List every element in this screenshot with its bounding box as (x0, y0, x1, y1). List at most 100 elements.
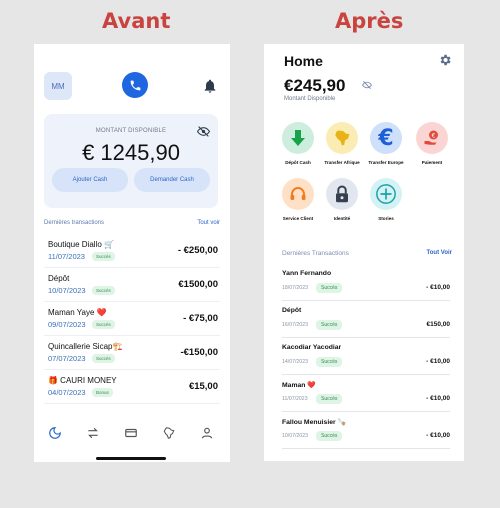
transactions-title: Dernières transactions (44, 220, 105, 226)
eye-slash-icon[interactable] (197, 126, 210, 137)
after-screen: Home €245,90 Montant Disponible Dépôt Ca… (264, 44, 464, 461)
transaction-name: Maman Yaye ❤️ (48, 308, 107, 317)
transaction-name: 🎁 CAURI MONEY (48, 376, 117, 385)
transaction-row[interactable]: Boutique Diallo 🛒 11/07/2023 Succès - €2… (44, 234, 220, 268)
status-badge: Succès (316, 283, 343, 293)
page-title: Home (284, 53, 323, 69)
transaction-name: Boutique Diallo 🛒 (48, 240, 114, 249)
transaction-date: 16/07/2023 (282, 322, 308, 328)
transaction-amount: €15,00 (188, 381, 218, 392)
service-deposit-cash[interactable]: Dépôt Cash (276, 122, 320, 165)
transactions-header: Dernières transactions Tout voir (44, 220, 220, 226)
transaction-amount: - €250,00 (177, 245, 218, 256)
home-icon[interactable] (48, 426, 62, 440)
see-all-link[interactable]: Tout voir (197, 220, 220, 226)
avatar[interactable]: MM (44, 72, 72, 100)
service-label: Service Client (282, 216, 314, 221)
transaction-row[interactable]: Dépôt 16/07/2023 Succès €150,00 (282, 301, 450, 338)
after-heading: Après (335, 9, 404, 33)
service-customer-support[interactable]: Service Client (276, 178, 320, 221)
transaction-name: Fallou Menuisier 🪚 (282, 419, 346, 426)
transaction-name: Kacodiar Yacodiar (282, 344, 342, 351)
service-identity[interactable]: Identité (320, 178, 364, 221)
transfer-icon[interactable] (86, 426, 100, 440)
balance-subtitle: Montant Disponible (284, 96, 336, 102)
add-cash-button[interactable]: Ajouter Cash (52, 168, 128, 192)
gear-icon[interactable] (438, 53, 452, 67)
status-badge: Succès (316, 431, 343, 441)
status-badge: Succès (92, 286, 115, 295)
bell-icon[interactable] (202, 77, 218, 95)
transaction-amount: - €10,00 (426, 284, 450, 291)
status-badge: Succès (92, 252, 115, 261)
africa-icon (326, 122, 358, 154)
service-label: Stories (378, 216, 394, 221)
status-badge: Succès (316, 357, 343, 367)
deposit-icon (282, 122, 314, 154)
transaction-name: Quincallerie Sicap🏗️ (48, 342, 123, 351)
service-label: Dépôt Cash (285, 160, 311, 165)
transaction-row[interactable]: Maman Yaye ❤️ 09/07/2023 Succès - €75,00 (44, 302, 220, 336)
headset-icon (282, 178, 314, 210)
transaction-row[interactable]: Quincallerie Sicap🏗️ 07/07/2023 Succès -… (44, 336, 220, 370)
transaction-name: Maman ❤️ (282, 382, 316, 389)
status-badge: Succès (316, 320, 343, 330)
status-badge: Succès (316, 394, 343, 404)
transaction-amount: - €10,00 (426, 395, 450, 402)
see-all-link[interactable]: Tout Voir (427, 250, 452, 256)
transaction-date: 14/07/2023 (282, 359, 308, 365)
before-heading: Avant (102, 9, 171, 33)
phone-icon (130, 80, 140, 90)
service-stories[interactable]: Stories (364, 178, 408, 221)
transaction-row[interactable]: Dépôt 10/07/2023 Succès €1500,00 (44, 268, 220, 302)
africa-icon[interactable] (162, 426, 176, 440)
transaction-date: 11/07/2023 (282, 396, 308, 402)
profile-icon[interactable] (200, 426, 214, 440)
service-transfer-europe[interactable]: € Transfer Europe (364, 122, 408, 165)
status-badge: Succès (92, 354, 115, 363)
service-label: Transfer Europe (368, 160, 404, 165)
transaction-amount: €150,00 (426, 321, 451, 328)
transaction-name: Dépôt (282, 307, 302, 314)
transaction-row[interactable]: Fallou Menuisier 🪚 10/07/2023 Succès - €… (282, 412, 450, 449)
balance-amount: € 1245,90 (82, 140, 180, 165)
transaction-amount: - €75,00 (183, 313, 218, 324)
home-indicator (96, 457, 166, 460)
bottom-nav (44, 426, 220, 440)
lock-icon (326, 178, 358, 210)
eye-slash-icon[interactable] (362, 81, 372, 89)
request-cash-button[interactable]: Demander Cash (134, 168, 210, 192)
euro-icon: € (370, 122, 402, 154)
transactions-header: Dernières Transactions Tout Voir (282, 250, 452, 257)
payment-icon: € (416, 122, 448, 154)
transaction-amount: -€150,00 (180, 347, 218, 358)
transaction-amount: €1500,00 (178, 279, 218, 290)
transaction-date: 10/07/2023 (48, 286, 86, 295)
transaction-row[interactable]: Yann Fernando 18/07/2023 Succès - €10,00 (282, 264, 450, 301)
transaction-row[interactable]: Maman ❤️ 11/07/2023 Succès - €10,00 (282, 375, 450, 412)
call-button[interactable] (122, 72, 148, 98)
transaction-name: Dépôt (48, 274, 70, 283)
svg-text:€: € (432, 132, 436, 139)
status-badge: Succès (92, 320, 115, 329)
transaction-date: 18/07/2023 (282, 285, 308, 291)
transaction-date: 07/07/2023 (48, 354, 86, 363)
transaction-date: 10/07/2023 (282, 433, 308, 439)
transaction-date: 04/07/2023 (48, 388, 86, 397)
transaction-date: 11/07/2023 (48, 252, 85, 261)
card-icon[interactable] (124, 426, 138, 440)
top-bar: MM (44, 72, 220, 100)
service-transfer-africa[interactable]: Transfer Afrique (320, 122, 364, 165)
balance-card: MONTANT DISPONIBLE € 1245,90 Ajouter Cas… (44, 114, 218, 208)
transaction-row[interactable]: 🎁 CAURI MONEY 04/07/2023 Bonus €15,00 (44, 370, 220, 404)
transaction-list: Boutique Diallo 🛒 11/07/2023 Succès - €2… (44, 234, 220, 404)
transaction-date: 09/07/2023 (48, 320, 86, 329)
service-label: Paiement (421, 160, 443, 165)
balance-label: MONTANT DISPONIBLE (95, 128, 167, 134)
status-badge: Bonus (92, 388, 113, 397)
before-screen: MM MONTANT DISPONIBLE € 1245,90 Ajouter … (34, 44, 230, 462)
transaction-list: Yann Fernando 18/07/2023 Succès - €10,00… (282, 264, 450, 449)
service-payment[interactable]: € Paiement (410, 122, 454, 165)
transaction-row[interactable]: Kacodiar Yacodiar 14/07/2023 Succès - €1… (282, 338, 450, 375)
balance-amount: €245,90 (284, 76, 346, 95)
